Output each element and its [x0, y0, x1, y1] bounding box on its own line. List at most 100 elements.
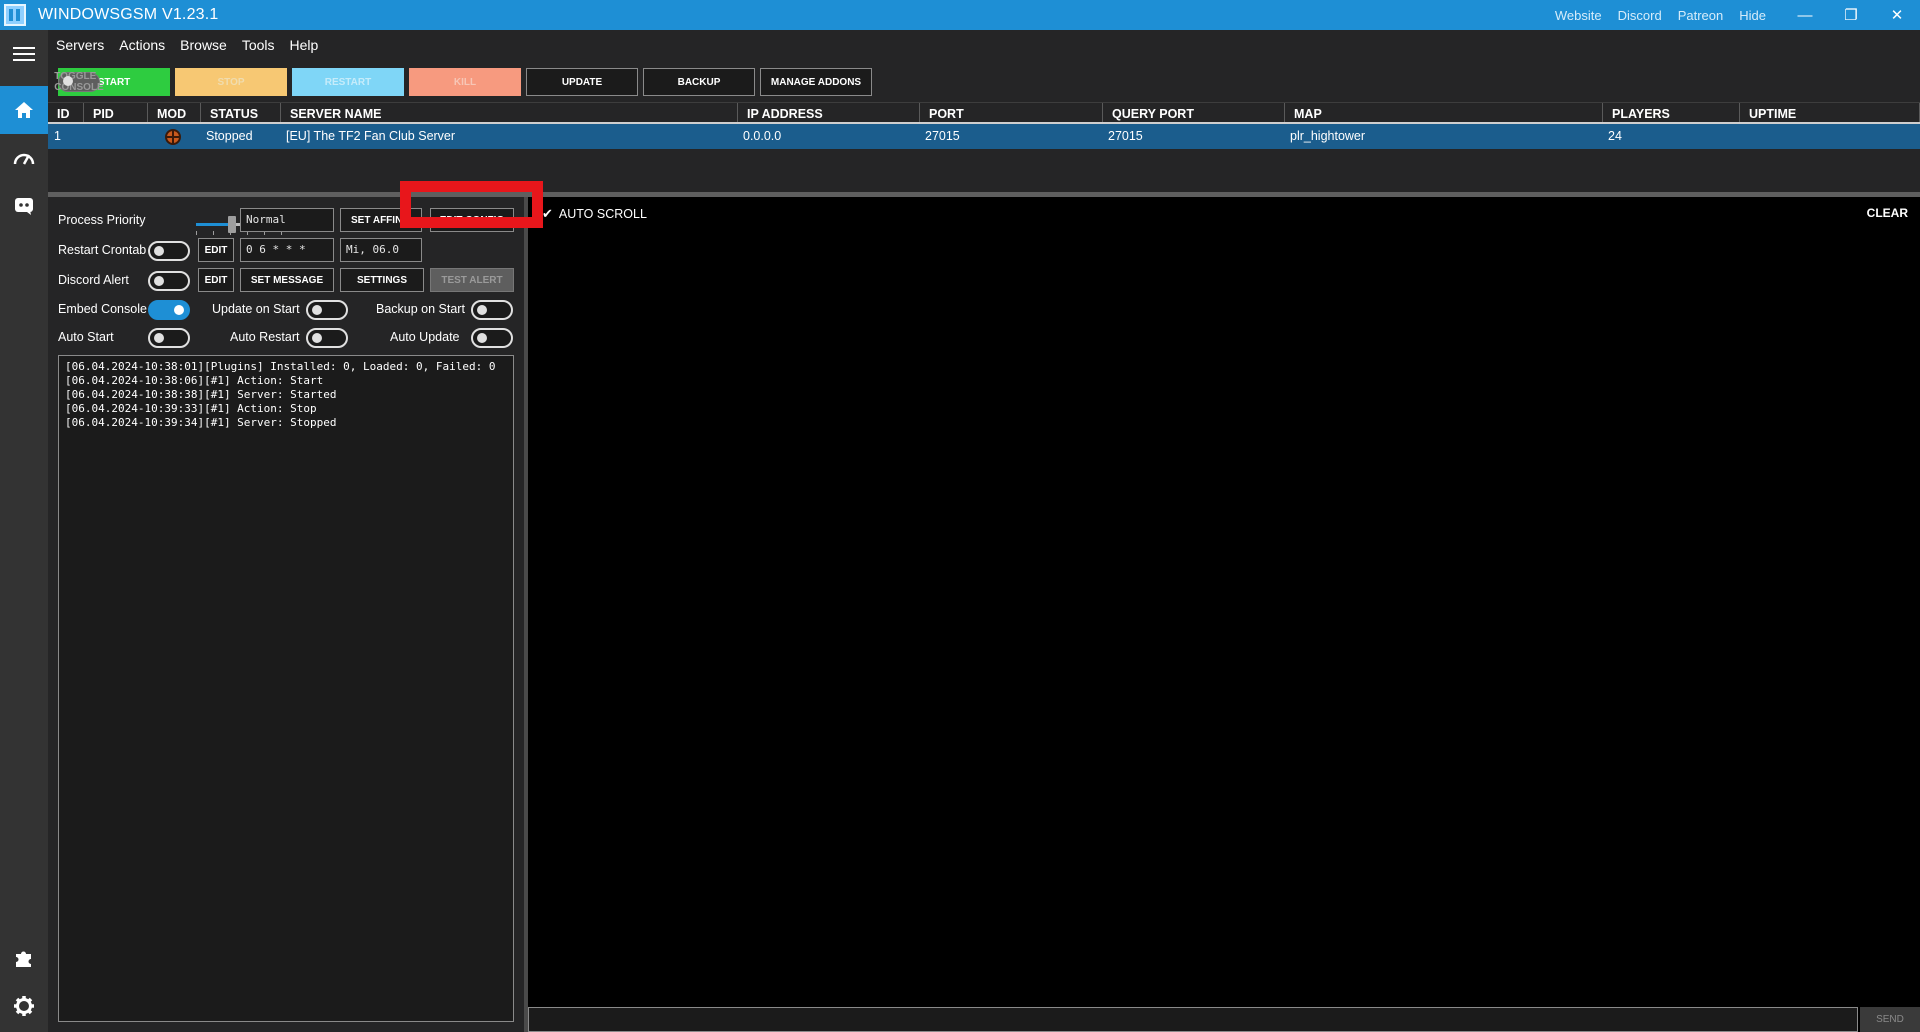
auto-scroll-label: AUTO SCROLL [558, 207, 647, 221]
hamburger-menu-button[interactable] [0, 30, 48, 78]
crontab-edit-button[interactable]: EDIT [198, 238, 234, 262]
restart-crontab-label: Restart Crontab [58, 243, 147, 257]
discord-alert-toggle[interactable] [148, 271, 190, 291]
log-line: [06.04.2024-10:39:34][#1] Server: Stoppe… [65, 416, 337, 429]
sidebar [0, 30, 48, 1032]
embedded-console[interactable]: ✔ AUTO SCROLL CLEAR SEND [528, 197, 1920, 1032]
restore-button[interactable]: ❐ [1828, 0, 1874, 30]
table-header: ID PID MOD STATUS SERVER NAME IP ADDRESS… [48, 102, 1920, 124]
kill-button[interactable]: KILL [409, 68, 521, 96]
column-header-uptime[interactable]: UPTIME [1740, 103, 1920, 122]
test-alert-button[interactable]: TEST ALERT [430, 268, 514, 292]
embed-console-label: Embed Console [58, 302, 147, 316]
title-links: Website Discord Patreon Hide — ❐ ✕ [1555, 0, 1920, 30]
column-header-ip-address[interactable]: IP ADDRESS [738, 103, 920, 122]
discord-icon [15, 198, 33, 215]
toggle-console-button[interactable]: TOGGLE CONSOLE [54, 71, 103, 93]
set-message-button[interactable]: SET MESSAGE [240, 268, 334, 292]
backup-button[interactable]: BACKUP [643, 68, 755, 96]
update-on-start-toggle[interactable] [306, 300, 348, 320]
crontab-next-run-field: Mi, 06.0 [340, 238, 422, 262]
tf2-icon [165, 129, 181, 145]
column-header-id[interactable]: ID [48, 103, 84, 122]
hamburger-icon [13, 47, 35, 61]
restore-icon: ❐ [1844, 7, 1858, 24]
discord-link[interactable]: Discord [1618, 8, 1662, 23]
embed-console-toggle[interactable] [148, 300, 190, 320]
auto-start-label: Auto Start [58, 330, 114, 344]
cell-server-name: [EU] The TF2 Fan Club Server [286, 129, 456, 143]
edit-config-button[interactable]: EDIT CONFIG [430, 208, 514, 232]
sidebar-settings-button[interactable] [0, 982, 48, 1030]
discord-alert-label: Discord Alert [58, 273, 129, 287]
minimize-button[interactable]: — [1782, 0, 1828, 30]
cell-ip-address: 0.0.0.0 [743, 129, 782, 143]
column-header-mod[interactable]: MOD [148, 103, 201, 122]
update-button[interactable]: UPDATE [526, 68, 638, 96]
column-header-port[interactable]: PORT [920, 103, 1103, 122]
sidebar-dashboard-button[interactable] [0, 134, 48, 182]
server-table: ID PID MOD STATUS SERVER NAME IP ADDRESS… [48, 102, 1920, 149]
restart-crontab-toggle[interactable] [148, 241, 190, 261]
log-line: [06.04.2024-10:38:38][#1] Server: Starte… [65, 388, 337, 401]
send-button[interactable]: SEND [1860, 1007, 1920, 1032]
gear-icon [14, 996, 34, 1016]
patreon-link[interactable]: Patreon [1678, 8, 1724, 23]
log-line: [06.04.2024-10:38:01][Plugins] Installed… [65, 360, 496, 373]
discord-edit-button[interactable]: EDIT [198, 268, 234, 292]
cell-pid [84, 124, 148, 149]
app-title: WINDOWSGSM V1.23.1 [38, 6, 219, 23]
app-logo-icon [4, 4, 26, 26]
auto-start-toggle[interactable] [148, 328, 190, 348]
sidebar-plugins-button[interactable] [0, 934, 48, 982]
manage-addons-button[interactable]: MANAGE ADDONS [760, 68, 872, 96]
title-bar: WINDOWSGSM V1.23.1 Website Discord Patre… [0, 0, 1920, 30]
sidebar-discord-button[interactable] [0, 182, 48, 230]
stop-button[interactable]: STOP [175, 68, 287, 96]
cell-status: Stopped [206, 129, 253, 143]
menu-bar: Servers Actions Browse Tools Help [48, 30, 1920, 60]
backup-on-start-label: Backup on Start [376, 302, 465, 316]
cell-mod [148, 124, 201, 149]
menu-help[interactable]: Help [290, 37, 319, 53]
menu-servers[interactable]: Servers [56, 37, 104, 53]
restart-button[interactable]: RESTART [292, 68, 404, 96]
cell-id: 1 [54, 129, 61, 143]
backup-on-start-toggle[interactable] [471, 300, 513, 320]
server-toolbar: START STOP RESTART KILL TOGGLE CONSOLE U… [48, 62, 1920, 102]
auto-scroll-checkbox[interactable]: ✔ AUTO SCROLL [542, 206, 647, 222]
column-header-pid[interactable]: PID [84, 103, 148, 122]
hide-link[interactable]: Hide [1739, 8, 1766, 23]
speedometer-icon [13, 153, 35, 165]
crontab-value-field[interactable]: 0 6 * * * [240, 238, 334, 262]
clear-console-button[interactable]: CLEAR [1867, 206, 1908, 220]
column-header-query-port[interactable]: QUERY PORT [1103, 103, 1285, 122]
column-header-players[interactable]: PLAYERS [1603, 103, 1740, 122]
menu-actions[interactable]: Actions [119, 37, 165, 53]
table-row[interactable]: 1 Stopped [EU] The TF2 Fan Club Server 0… [48, 124, 1920, 149]
menu-browse[interactable]: Browse [180, 37, 227, 53]
server-control-panel: Process Priority Normal SET AFFINI EDIT … [48, 197, 524, 1032]
close-icon: ✕ [1890, 7, 1904, 24]
auto-restart-toggle[interactable] [306, 328, 348, 348]
close-button[interactable]: ✕ [1874, 0, 1920, 30]
process-priority-label: Process Priority [58, 213, 146, 227]
auto-update-toggle[interactable] [471, 328, 513, 348]
home-icon [15, 102, 33, 118]
priority-value-field[interactable]: Normal [240, 208, 334, 232]
menu-tools[interactable]: Tools [242, 37, 275, 53]
console-command-input[interactable] [528, 1007, 1858, 1032]
set-affinity-button[interactable]: SET AFFINI [340, 208, 422, 232]
settings-button[interactable]: SETTINGS [340, 268, 424, 292]
column-header-server-name[interactable]: SERVER NAME [281, 103, 738, 122]
column-header-status[interactable]: STATUS [201, 103, 281, 122]
column-header-map[interactable]: MAP [1285, 103, 1603, 122]
log-line: [06.04.2024-10:38:06][#1] Action: Start [65, 374, 324, 387]
website-link[interactable]: Website [1555, 8, 1602, 23]
server-log[interactable]: [06.04.2024-10:38:01][Plugins] Installed… [58, 355, 514, 1022]
log-line: [06.04.2024-10:39:33][#1] Action: Stop [65, 402, 317, 415]
auto-update-label: Auto Update [390, 330, 460, 344]
cell-port: 27015 [925, 129, 960, 143]
sidebar-home-button[interactable] [0, 86, 48, 134]
minimize-icon: — [1797, 6, 1813, 24]
